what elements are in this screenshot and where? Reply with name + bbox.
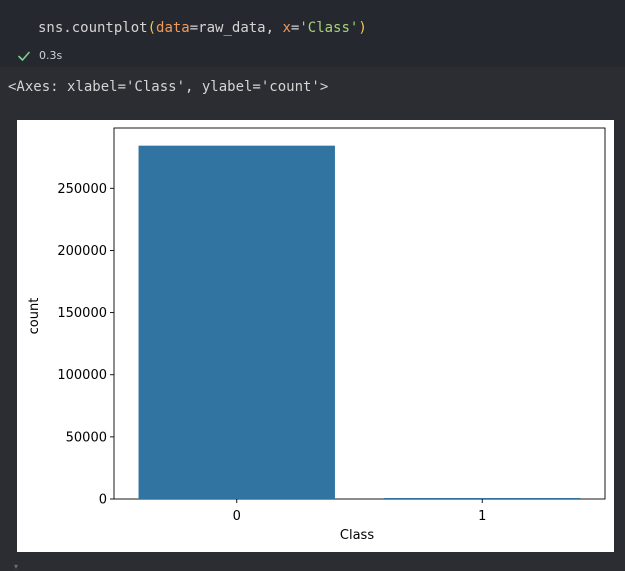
x-axis-label: Class: [340, 528, 374, 543]
x-tick-label: 1: [478, 509, 486, 524]
x-tick-label: 0: [233, 509, 241, 524]
code-function: sns.countplot: [38, 20, 148, 36]
execution-time: 0.3s: [39, 48, 63, 62]
code-keyword-data: data: [156, 20, 190, 36]
y-tick-label: 150000: [57, 306, 107, 321]
code-cell[interactable]: sns.countplot(data=raw_data, x='Class') …: [0, 0, 625, 67]
countplot-chart: 01 050000100000150000200000250000 Class …: [27, 127, 606, 543]
code-equals: =: [189, 20, 199, 36]
code-string-class: 'Class': [299, 20, 359, 36]
y-tick-label: 50000: [66, 430, 107, 445]
check-icon: [17, 48, 31, 62]
code-arg-raw-data: raw_data: [198, 20, 266, 36]
code-comma: ,: [265, 20, 283, 36]
y-tick-label: 100000: [57, 368, 107, 383]
output-area: <Axes: xlabel='Class', ylabel='count'> 0…: [0, 67, 625, 571]
y-axis-label: count: [27, 298, 42, 335]
y-tick-label: 200000: [57, 244, 107, 259]
code-keyword-x: x: [282, 20, 291, 36]
plot-figure: 01 0 50000 100000 150000 200000 250000 Class …: [17, 120, 614, 552]
bar-class-1: [384, 498, 581, 499]
scroll-indicator[interactable]: ▾: [14, 562, 20, 571]
bar-class-0: [138, 145, 335, 499]
code-close-paren: ): [358, 20, 367, 36]
output-repr-text: <Axes: xlabel='Class', ylabel='count'>: [8, 79, 329, 95]
execution-status: 0.3s: [17, 47, 62, 63]
code-open-paren: (: [147, 20, 157, 36]
y-tick-label: 0: [99, 493, 107, 508]
code-line[interactable]: sns.countplot(data=raw_data, x='Class'): [38, 20, 367, 36]
y-tick-label: 250000: [57, 182, 107, 197]
